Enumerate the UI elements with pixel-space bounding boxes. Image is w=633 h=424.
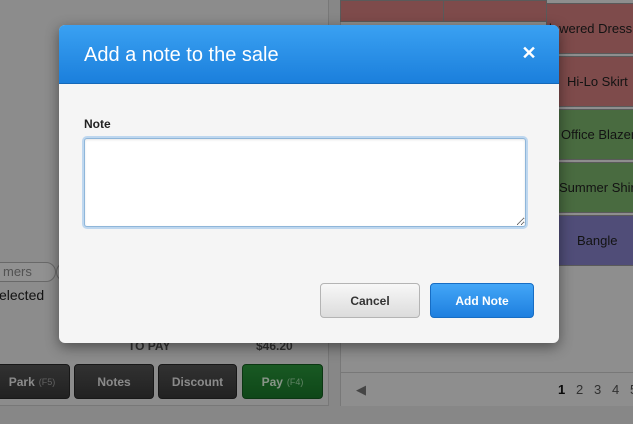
cancel-button[interactable]: Cancel [320, 283, 420, 318]
note-textarea[interactable] [84, 138, 526, 227]
dialog-header: Add a note to the sale ✕ [59, 25, 559, 84]
add-note-dialog: Add a note to the sale ✕ Note Cancel Add… [59, 25, 559, 343]
note-label: Note [84, 117, 111, 131]
close-icon[interactable]: ✕ [520, 42, 538, 64]
dialog-title: Add a note to the sale [84, 44, 279, 66]
add-note-button[interactable]: Add Note [430, 283, 534, 318]
